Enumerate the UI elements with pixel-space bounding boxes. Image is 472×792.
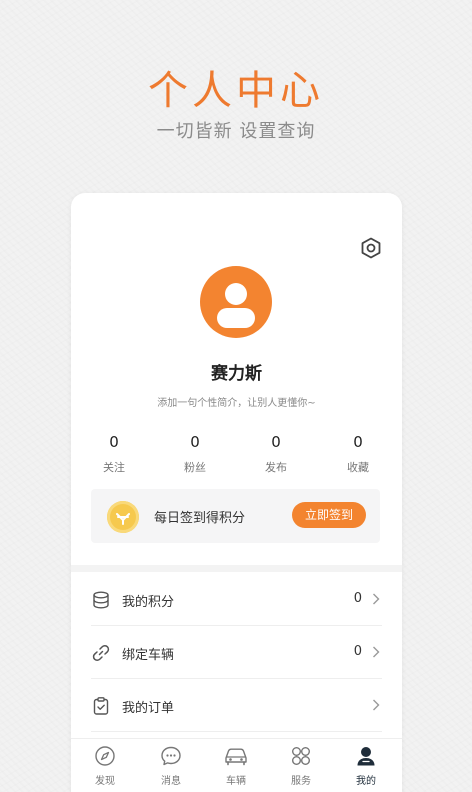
tab-discover[interactable]: 发现 bbox=[80, 745, 130, 787]
car-icon bbox=[225, 748, 247, 766]
chat-bubble-icon bbox=[161, 746, 181, 766]
menu-item-orders[interactable]: 我的订单 bbox=[91, 679, 382, 732]
signin-text: 每日签到得积分 bbox=[154, 511, 246, 526]
tab-label: 我的 bbox=[356, 776, 376, 787]
tab-label: 消息 bbox=[161, 776, 181, 787]
tab-label: 车辆 bbox=[226, 776, 246, 787]
stat-followers[interactable]: 0 粉丝 bbox=[165, 433, 225, 475]
stat-label: 收藏 bbox=[347, 461, 369, 474]
compass-icon bbox=[95, 746, 115, 766]
tab-label: 服务 bbox=[291, 776, 311, 787]
user-silhouette-icon bbox=[217, 283, 255, 328]
promo-title: 个人中心 bbox=[148, 68, 324, 114]
signin-button[interactable]: 立即签到 bbox=[292, 502, 366, 528]
stat-label: 粉丝 bbox=[184, 461, 206, 474]
service-grid-icon bbox=[292, 747, 310, 765]
stat-favorites[interactable]: 0 收藏 bbox=[328, 433, 388, 475]
stats-row: 0 关注 0 粉丝 0 发布 0 收藏 bbox=[71, 433, 402, 477]
chevron-right-icon bbox=[373, 646, 380, 658]
menu-item-label: 我的订单 bbox=[122, 701, 175, 716]
user-icon bbox=[357, 747, 375, 766]
menu-item-points[interactable]: 我的积分 0 bbox=[91, 573, 382, 626]
daily-signin-card: 每日签到得积分 立即签到 bbox=[91, 489, 380, 543]
chevron-right-icon bbox=[373, 593, 380, 605]
tab-messages[interactable]: 消息 bbox=[146, 745, 196, 787]
menu-item-label: 我的积分 bbox=[122, 595, 175, 610]
stat-value: 0 bbox=[353, 433, 363, 451]
tab-me[interactable]: 我的 bbox=[341, 745, 391, 787]
tab-label: 发现 bbox=[95, 776, 115, 787]
promo-subtitle: 一切皆新 设置查询 bbox=[156, 121, 316, 142]
stat-following[interactable]: 0 关注 bbox=[84, 433, 144, 475]
stat-label: 关注 bbox=[103, 461, 125, 474]
stat-posts[interactable]: 0 发布 bbox=[246, 433, 306, 475]
stat-label: 发布 bbox=[265, 461, 287, 474]
stat-value: 0 bbox=[109, 433, 119, 451]
username: 赛力斯 bbox=[211, 364, 262, 384]
stat-value: 0 bbox=[271, 433, 281, 451]
phone-screen: 赛力斯 添加一句个性简介，让别人更懂你~ 0 关注 0 粉丝 0 发布 0 收藏… bbox=[71, 193, 402, 792]
menu-item-label: 绑定车辆 bbox=[122, 648, 175, 663]
clipboard-check-icon bbox=[93, 697, 109, 715]
tab-vehicles[interactable]: 车辆 bbox=[211, 745, 261, 787]
menu-item-bind-vehicle[interactable]: 绑定车辆 0 bbox=[91, 626, 382, 679]
link-icon bbox=[92, 645, 110, 661]
profile-bio[interactable]: 添加一句个性简介，让别人更懂你~ bbox=[71, 394, 402, 409]
menu-item-count: 0 bbox=[353, 644, 362, 659]
menu-list: 我的积分 0 绑定车辆 0 我的订单 bbox=[91, 573, 382, 732]
avatar[interactable] bbox=[200, 266, 272, 338]
stat-value: 0 bbox=[190, 433, 200, 451]
coin-icon bbox=[107, 501, 139, 533]
section-divider bbox=[71, 565, 402, 572]
tab-services[interactable]: 服务 bbox=[276, 745, 326, 787]
settings-icon[interactable] bbox=[360, 237, 382, 259]
bottom-tab-bar: 发现 消息 车辆 服务 我的 bbox=[71, 738, 402, 792]
menu-item-count: 0 bbox=[353, 591, 362, 606]
coins-stack-icon bbox=[93, 591, 109, 609]
chevron-right-icon bbox=[373, 699, 380, 711]
